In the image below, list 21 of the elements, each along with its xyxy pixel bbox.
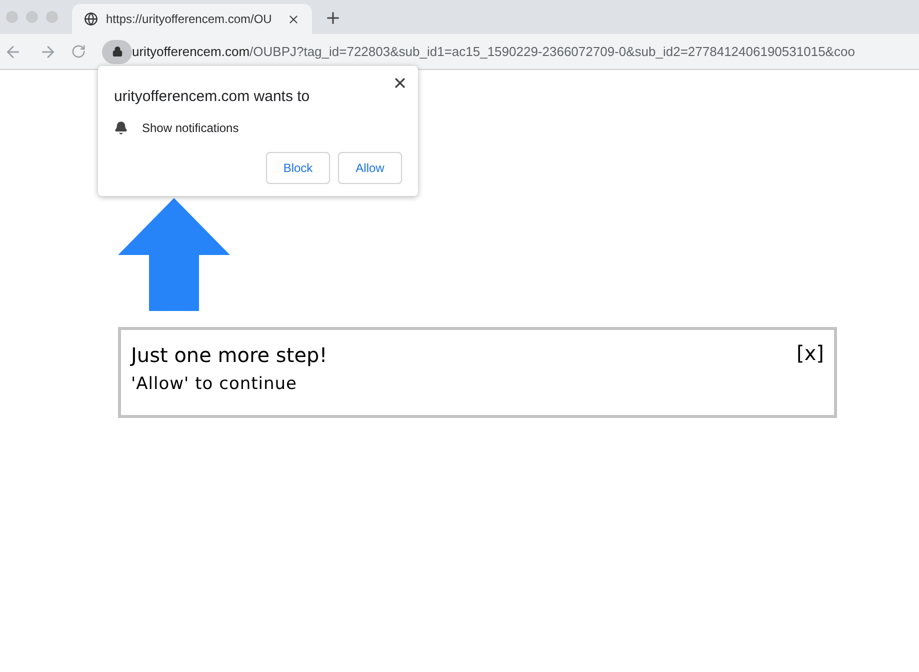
close-button[interactable]: [x] <box>796 338 824 368</box>
allow-button[interactable]: Allow <box>338 152 402 184</box>
message-text: 'Allow' to continue <box>131 373 298 396</box>
close-icon[interactable] <box>392 75 408 91</box>
permission-label: Show notifications <box>142 120 239 136</box>
window-control-icon[interactable] <box>26 11 38 23</box>
up-arrow-icon <box>118 198 230 311</box>
message-heading: Just one more step! <box>131 342 328 369</box>
tab-title: https://urityofferencem.com/OU <box>106 11 273 28</box>
address-bar-url[interactable]: urityofferencem.com/OUBPJ?tag_id=722803&sub_id1=ac15_1590229-2366072709-0&sub_id2=2778412406190531015&coo <box>132 42 855 62</box>
window-control-icon[interactable] <box>6 11 18 23</box>
globe-icon <box>84 12 98 26</box>
new-tab-icon[interactable] <box>324 9 342 27</box>
block-button[interactable]: Block <box>266 152 330 184</box>
popup-title: urityofferencem.com wants to <box>114 87 311 107</box>
lock-icon[interactable] <box>102 40 132 64</box>
browser-tab[interactable]: https://urityofferencem.com/OU <box>72 4 312 34</box>
bell-icon <box>114 120 128 134</box>
close-icon[interactable] <box>287 12 300 26</box>
reload-icon[interactable] <box>71 44 86 59</box>
window-control-icon[interactable] <box>46 11 58 23</box>
